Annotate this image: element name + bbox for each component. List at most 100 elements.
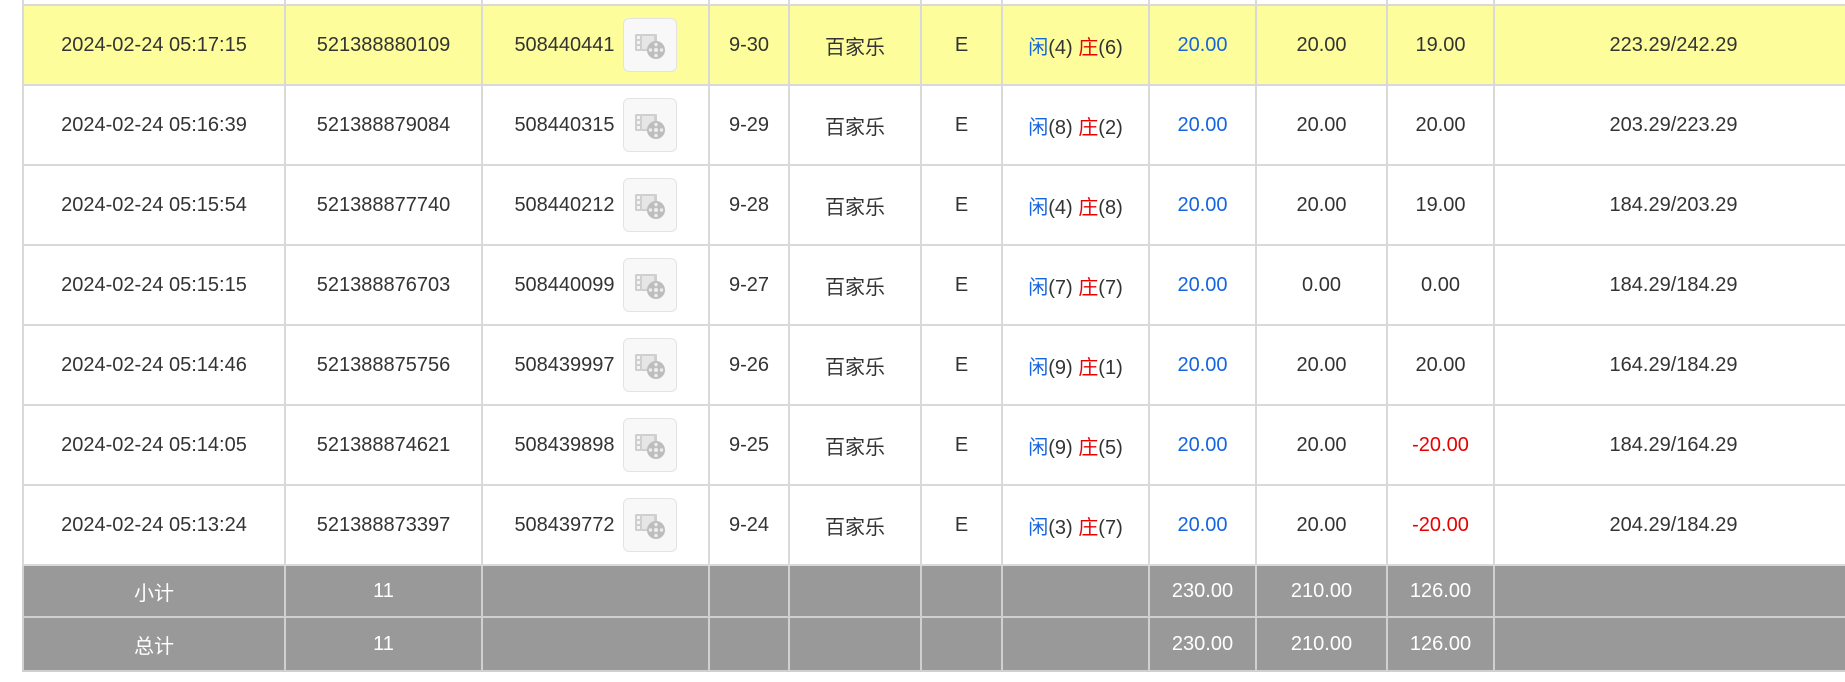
result-cell: 闲(4) 庄(8) bbox=[1001, 164, 1150, 246]
table-row[interactable]: 2024-02-24 05:15:54 521388877740 5084402… bbox=[22, 164, 1845, 246]
order-number: 521388875756 bbox=[316, 353, 451, 376]
game-number-cell: 508440315 bbox=[481, 84, 710, 166]
replay-video-button[interactable] bbox=[622, 338, 677, 392]
balance-before-after: 184.29/164.29 bbox=[1609, 433, 1738, 456]
game-type-cell: 百家乐 bbox=[788, 4, 922, 86]
valid-bet-cell: 20.00 bbox=[1255, 484, 1388, 566]
replay-video-button[interactable] bbox=[622, 18, 677, 72]
banker-label: 庄 bbox=[1078, 116, 1099, 139]
film-reel-icon bbox=[634, 114, 665, 139]
result-cell: 闲(9) 庄(1) bbox=[1001, 324, 1150, 406]
game-type-cell: 百家乐 bbox=[788, 244, 922, 326]
game-number: 508439772 bbox=[514, 513, 615, 536]
round-number: 9-27 bbox=[728, 273, 770, 296]
round-cell: 9-25 bbox=[708, 404, 790, 486]
table-row[interactable]: 2024-02-24 05:15:15 521388876703 5084400… bbox=[22, 244, 1845, 326]
round-number: 9-24 bbox=[728, 513, 770, 536]
balance-cell: 184.29/203.29 bbox=[1493, 164, 1845, 246]
film-reel-icon bbox=[634, 434, 665, 459]
game-number: 508440315 bbox=[514, 113, 615, 136]
order-number: 521388879084 bbox=[316, 113, 451, 136]
bet-time: 2024-02-24 05:13:24 bbox=[61, 513, 247, 536]
summary-count-cell: 11 bbox=[284, 616, 483, 672]
replay-video-button[interactable] bbox=[622, 498, 677, 552]
valid-bet: 20.00 bbox=[1296, 353, 1347, 376]
round-number: 9-28 bbox=[728, 193, 770, 216]
bet-amount-cell: 20.00 bbox=[1148, 244, 1257, 326]
valid-bet-cell: 20.00 bbox=[1255, 84, 1388, 166]
table-id-cell: E bbox=[920, 164, 1003, 246]
summary-bet: 230.00 bbox=[1171, 579, 1234, 602]
banker-value: (7) bbox=[1098, 276, 1123, 299]
bet-amount: 20.00 bbox=[1177, 273, 1228, 296]
win-loss: 20.00 bbox=[1415, 353, 1466, 376]
order-number-cell: 521388874621 bbox=[284, 404, 483, 486]
order-number-cell: 521388876703 bbox=[284, 244, 483, 326]
game-type: 百家乐 bbox=[825, 116, 885, 139]
subtotal-row: 小计 11 230.00 210.00 126.00 bbox=[22, 564, 1845, 618]
valid-bet-cell: 20.00 bbox=[1255, 324, 1388, 406]
table-row[interactable]: 2024-02-24 05:13:24 521388873397 5084397… bbox=[22, 484, 1845, 566]
order-number: 521388873397 bbox=[316, 513, 451, 536]
balance-cell: 204.29/184.29 bbox=[1493, 484, 1845, 566]
bet-records-table-container: 2024-02-24 05:17:15 521388880109 5084404… bbox=[22, 0, 1845, 672]
player-value: (9) bbox=[1048, 356, 1073, 379]
table-id-cell: E bbox=[920, 404, 1003, 486]
table-row[interactable]: 2024-02-24 05:14:05 521388874621 5084398… bbox=[22, 404, 1845, 486]
valid-bet: 20.00 bbox=[1296, 33, 1347, 56]
game-type-cell: 百家乐 bbox=[788, 324, 922, 406]
game-number-cell: 508440099 bbox=[481, 244, 710, 326]
summary-win-loss-cell: 126.00 bbox=[1386, 616, 1495, 672]
table-id: E bbox=[954, 273, 969, 296]
summary-win-loss-cell: 126.00 bbox=[1386, 564, 1495, 618]
table-id-cell: E bbox=[920, 84, 1003, 166]
banker-label: 庄 bbox=[1078, 516, 1099, 539]
player-label: 闲 bbox=[1028, 516, 1049, 539]
replay-video-button[interactable] bbox=[622, 258, 677, 312]
game-type: 百家乐 bbox=[825, 276, 885, 299]
bet-amount-cell: 20.00 bbox=[1148, 404, 1257, 486]
game-number: 508440441 bbox=[514, 33, 615, 56]
replay-video-button[interactable] bbox=[622, 178, 677, 232]
win-loss: 0.00 bbox=[1421, 273, 1460, 296]
table-row[interactable]: 2024-02-24 05:16:39 521388879084 5084403… bbox=[22, 84, 1845, 166]
bet-time-cell: 2024-02-24 05:15:54 bbox=[22, 164, 286, 246]
bet-time: 2024-02-24 05:14:46 bbox=[61, 353, 247, 376]
balance-before-after: 164.29/184.29 bbox=[1609, 353, 1738, 376]
banker-label: 庄 bbox=[1078, 276, 1099, 299]
valid-bet-cell: 0.00 bbox=[1255, 244, 1388, 326]
player-label: 闲 bbox=[1028, 356, 1049, 379]
player-value: (4) bbox=[1048, 196, 1073, 219]
game-number: 508439997 bbox=[514, 353, 615, 376]
balance-cell: 223.29/242.29 bbox=[1493, 4, 1845, 86]
table-id-cell: E bbox=[920, 244, 1003, 326]
bet-records-table: 2024-02-24 05:17:15 521388880109 5084404… bbox=[22, 0, 1845, 672]
banker-value: (7) bbox=[1098, 516, 1123, 539]
win-loss: -20.00 bbox=[1412, 513, 1469, 536]
game-type-cell: 百家乐 bbox=[788, 164, 922, 246]
order-number: 521388880109 bbox=[316, 33, 451, 56]
table-id: E bbox=[954, 353, 969, 376]
table-id-cell: E bbox=[920, 484, 1003, 566]
game-number-cell: 508439772 bbox=[481, 484, 710, 566]
summary-valid-bet: 210.00 bbox=[1290, 579, 1353, 602]
player-value: (4) bbox=[1048, 36, 1073, 59]
bet-amount-cell: 20.00 bbox=[1148, 4, 1257, 86]
total-row: 总计 11 230.00 210.00 126.00 bbox=[22, 616, 1845, 672]
summary-count-cell: 11 bbox=[284, 564, 483, 618]
bet-amount: 20.00 bbox=[1177, 33, 1228, 56]
table-row[interactable]: 2024-02-24 05:17:15 521388880109 5084404… bbox=[22, 4, 1845, 86]
replay-video-button[interactable] bbox=[622, 418, 677, 472]
table-row[interactable]: 2024-02-24 05:14:46 521388875756 5084399… bbox=[22, 324, 1845, 406]
player-label: 闲 bbox=[1028, 436, 1049, 459]
table-id: E bbox=[954, 513, 969, 536]
replay-video-button[interactable] bbox=[622, 98, 677, 152]
summary-label-cell: 小计 bbox=[22, 564, 286, 618]
summary-win-loss: 126.00 bbox=[1409, 632, 1472, 655]
game-number-cell: 508440212 bbox=[481, 164, 710, 246]
player-value: (7) bbox=[1048, 276, 1073, 299]
bet-time: 2024-02-24 05:14:05 bbox=[61, 433, 247, 456]
summary-valid-bet: 210.00 bbox=[1290, 632, 1353, 655]
game-type: 百家乐 bbox=[825, 436, 885, 459]
game-type-cell: 百家乐 bbox=[788, 84, 922, 166]
